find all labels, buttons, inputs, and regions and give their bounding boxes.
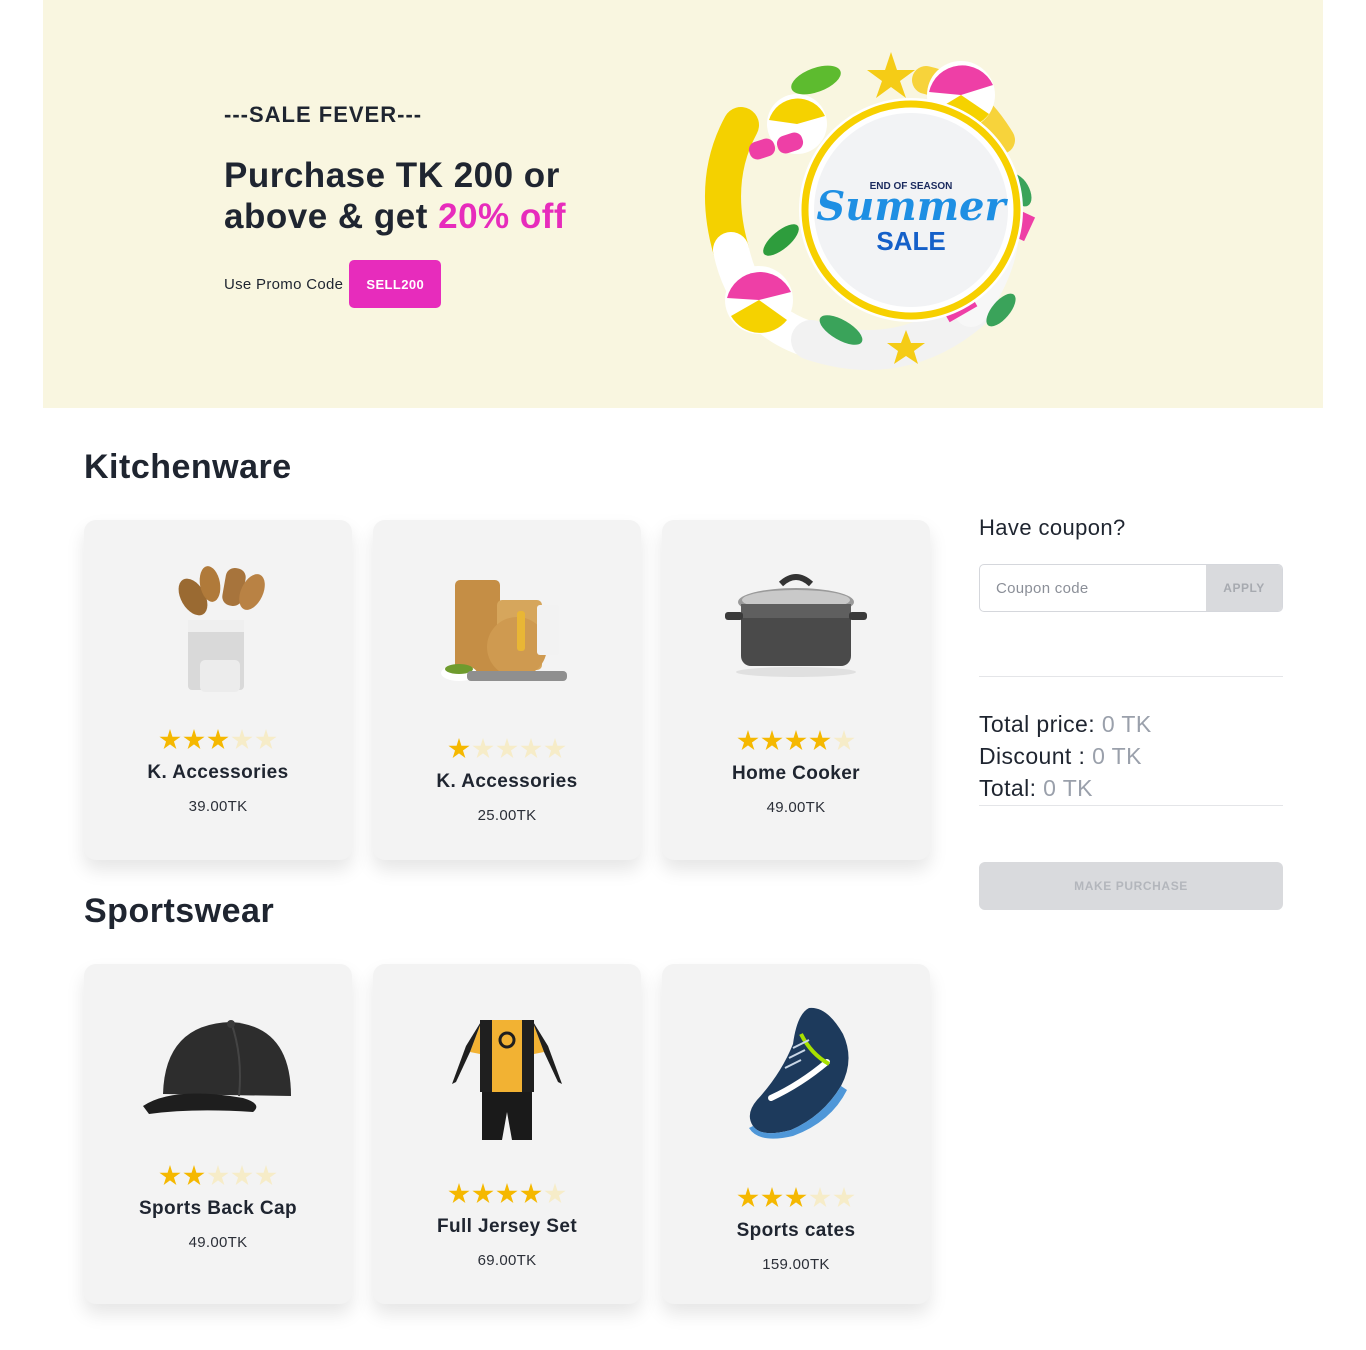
star-filled-icon	[809, 730, 831, 751]
grand-total-line: Total: 0 TK	[979, 775, 1093, 802]
star-filled-icon	[761, 730, 783, 751]
star-filled-icon	[737, 1187, 759, 1208]
total-price-label: Total price:	[979, 711, 1096, 737]
star-filled-icon	[520, 1183, 542, 1204]
summer-sale-illustration: END OF SEASON Summer SALE	[705, 52, 1036, 370]
product-price: 49.00TK	[188, 1234, 248, 1251]
promo-code-badge[interactable]: SELL200	[349, 260, 442, 308]
star-filled-icon	[785, 730, 807, 751]
star-filled-icon	[448, 1183, 470, 1204]
product-price: 69.00TK	[477, 1252, 537, 1269]
star-filled-icon	[472, 1183, 494, 1204]
product-card[interactable]: Full Jersey Set 69.00TK	[373, 964, 641, 1304]
product-price: 25.00TK	[477, 807, 537, 824]
divider	[979, 676, 1283, 677]
product-name: K. Accessories	[147, 762, 289, 783]
apply-coupon-button[interactable]: APPLY	[1206, 565, 1282, 611]
promo-banner: ---SALE FEVER--- Purchase TK 200 or abov…	[43, 0, 1323, 408]
product-card[interactable]: K. Accessories 25.00TK	[373, 520, 641, 860]
section-title-sportswear: Sportswear	[84, 892, 275, 930]
product-card[interactable]: K. Accessories 39.00TK	[84, 520, 352, 860]
product-card[interactable]: Sports cates 159.00TK	[662, 964, 930, 1304]
star-filled-icon	[737, 730, 759, 751]
product-price: 49.00TK	[766, 799, 826, 816]
product-name: Full Jersey Set	[436, 1216, 578, 1237]
star-empty-icon	[544, 738, 566, 759]
badge-bottom-text: SALE	[876, 226, 945, 256]
promo-code-row: Use Promo Code SELL200	[224, 260, 442, 308]
star-empty-icon	[255, 729, 277, 750]
make-purchase-button[interactable]: MAKE PURCHASE	[979, 862, 1283, 910]
star-filled-icon	[448, 738, 470, 759]
star-filled-icon	[159, 1165, 181, 1186]
coupon-title: Have coupon?	[979, 515, 1126, 540]
promo-code-label: Use Promo Code	[224, 275, 344, 293]
rating-stars	[662, 730, 930, 752]
cutting-board-icon	[373, 575, 641, 715]
star-empty-icon	[520, 738, 542, 759]
rating-stars	[373, 1183, 641, 1205]
total-price-value: 0 TK	[1101, 711, 1152, 737]
star-empty-icon	[809, 1187, 831, 1208]
coupon-code-input[interactable]	[980, 565, 1206, 611]
discount-line: Discount : 0 TK	[979, 743, 1142, 770]
utensil-holder-icon	[84, 562, 352, 702]
rating-stars	[373, 738, 641, 760]
rating-stars	[662, 1187, 930, 1209]
star-filled-icon	[761, 1187, 783, 1208]
product-name: Sports Back Cap	[138, 1198, 298, 1219]
product-card[interactable]: Sports Back Cap 49.00TK	[84, 964, 352, 1304]
star-filled-icon	[159, 729, 181, 750]
star-empty-icon	[231, 729, 253, 750]
jersey-suit-icon	[373, 1012, 641, 1152]
product-name: K. Accessories	[436, 771, 578, 792]
section-title-kitchenware: Kitchenware	[84, 448, 292, 486]
star-empty-icon	[207, 1165, 229, 1186]
star-empty-icon	[833, 1187, 855, 1208]
star-filled-icon	[183, 729, 205, 750]
banner-headline-discount: 20% off	[438, 197, 567, 236]
divider	[979, 805, 1283, 806]
rating-stars	[84, 1165, 352, 1187]
coupon-form: APPLY	[979, 564, 1283, 612]
star-empty-icon	[496, 738, 518, 759]
star-filled-icon	[496, 1183, 518, 1204]
product-price: 159.00TK	[762, 1256, 830, 1273]
star-empty-icon	[472, 738, 494, 759]
star-empty-icon	[544, 1183, 566, 1204]
star-filled-icon	[785, 1187, 807, 1208]
star-filled-icon	[207, 729, 229, 750]
star-empty-icon	[231, 1165, 253, 1186]
baseball-cap-icon	[84, 1016, 352, 1156]
discount-value: 0 TK	[1092, 743, 1142, 769]
product-price: 39.00TK	[188, 798, 248, 815]
sneaker-icon	[662, 1004, 930, 1144]
star-empty-icon	[255, 1165, 277, 1186]
product-card[interactable]: Home Cooker 49.00TK	[662, 520, 930, 860]
discount-label: Discount :	[979, 743, 1086, 769]
cooking-pot-icon	[662, 572, 930, 712]
grand-total-value: 0 TK	[1043, 775, 1093, 801]
banner-headline: Purchase TK 200 or above & get 20% off	[224, 155, 624, 237]
rating-stars	[84, 729, 352, 751]
total-price-line: Total price: 0 TK	[979, 711, 1152, 738]
star-filled-icon	[183, 1165, 205, 1186]
product-name: Sports cates	[736, 1220, 856, 1241]
banner-eyebrow: ---SALE FEVER---	[224, 102, 423, 127]
badge-script-text: Summer	[816, 183, 1008, 230]
grand-total-label: Total:	[979, 775, 1037, 801]
star-empty-icon	[833, 730, 855, 751]
product-name: Home Cooker	[732, 763, 860, 784]
